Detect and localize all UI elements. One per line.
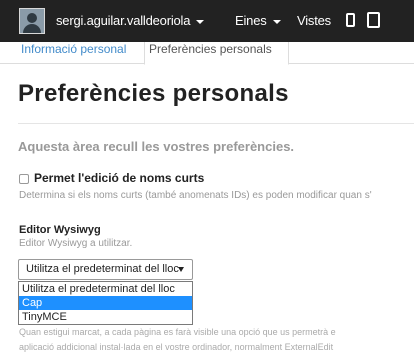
preferences-tabs: Informació personal Preferències persona… — [0, 42, 414, 65]
external-editor-help-line1: Quan estigui marcat, a cada pàgina es fa… — [19, 327, 336, 337]
short-names-checkbox[interactable] — [19, 174, 29, 184]
user-menu-label: sergi.aguilar.valldeoriola — [56, 13, 191, 28]
option-tinymce[interactable]: TinyMCE — [19, 310, 192, 324]
wysiwyg-select[interactable]: Utilitza el predeterminat del lloc — [18, 259, 193, 280]
phone-icon[interactable] — [346, 13, 355, 27]
avatar-head-shape — [27, 13, 37, 23]
page-title: Preferències personals — [18, 80, 289, 107]
title-divider — [18, 123, 414, 124]
tools-menu-label: Eines — [235, 13, 267, 28]
user-menu[interactable]: sergi.aguilar.valldeoriola — [56, 13, 205, 28]
short-names-label[interactable]: Permet l'edició de noms curts — [34, 171, 204, 185]
top-navbar: sergi.aguilar.valldeoriola Eines Vistes — [0, 0, 414, 42]
tablet-icon[interactable] — [367, 12, 380, 28]
option-none[interactable]: Cap — [19, 296, 192, 310]
wysiwyg-label: Editor Wysiwyg — [19, 224, 101, 236]
short-names-help: Determina si els noms curts (també anome… — [19, 190, 372, 201]
caret-down-icon — [272, 19, 281, 24]
tools-menu[interactable]: Eines — [235, 13, 281, 28]
tab-personal-preferences[interactable]: Preferències personals — [144, 42, 289, 65]
avatar-body-shape — [23, 24, 41, 33]
wysiwyg-select-value: Utilitza el predeterminat del lloc — [26, 263, 179, 275]
views-menu-label[interactable]: Vistes — [297, 13, 331, 28]
caret-down-icon — [196, 19, 205, 24]
external-editor-help-line2: aplicació addicional instal·lada en el v… — [19, 342, 334, 352]
page-lead-text: Aquesta àrea recull les vostres preferèn… — [18, 139, 295, 154]
wysiwyg-help: Editor Wysiwyg a utilitzar. — [19, 238, 133, 249]
tab-personal-info[interactable]: Informació personal — [17, 42, 130, 64]
dropdown-arrow-icon — [178, 267, 184, 272]
wysiwyg-options-list: Utilitza el predeterminat del lloc Cap T… — [18, 281, 193, 325]
user-avatar-icon[interactable] — [19, 8, 45, 34]
option-site-default[interactable]: Utilitza el predeterminat del lloc — [19, 282, 192, 296]
